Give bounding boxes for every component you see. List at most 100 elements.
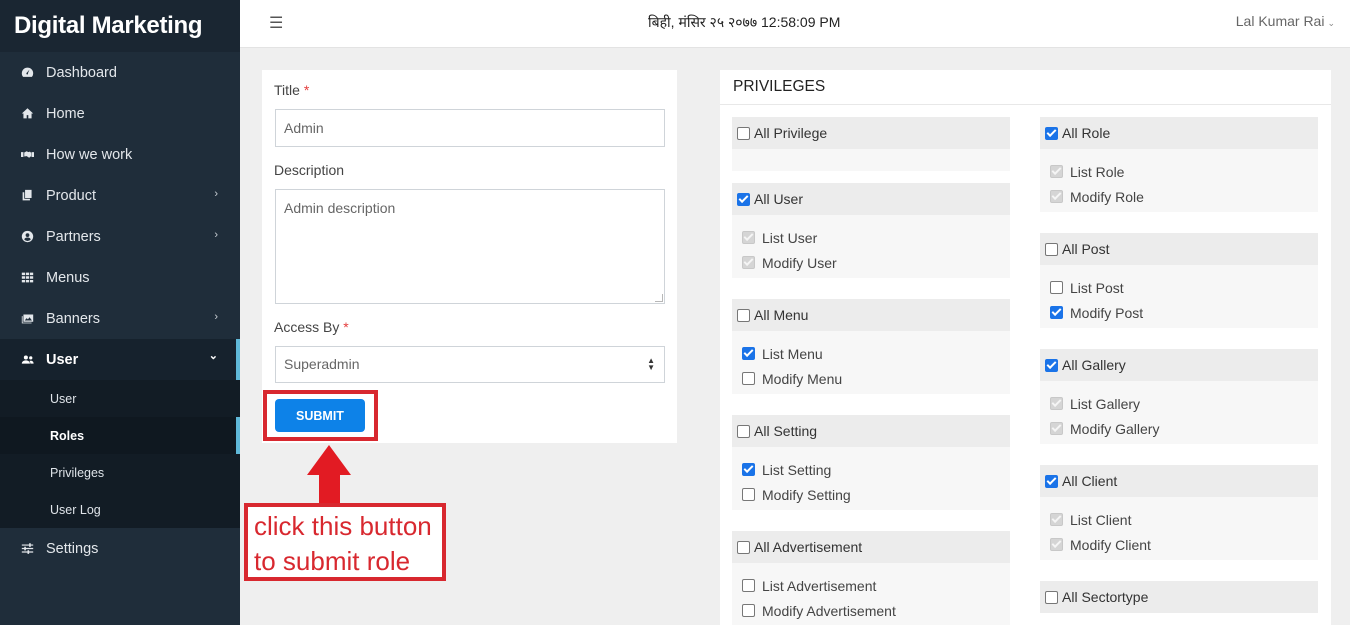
- sidebar-item-user[interactable]: User ⌄: [0, 339, 240, 380]
- sidebar-item-settings[interactable]: Settings: [0, 528, 240, 569]
- user-menu[interactable]: Lal Kumar Rai ⌄: [1236, 13, 1335, 29]
- privilege-row[interactable]: Modify Post: [1050, 300, 1318, 325]
- checkbox-modify-advertisement[interactable]: [742, 604, 755, 617]
- privilege-group-all-user: All User List User Modify User: [732, 183, 1010, 278]
- privilege-row[interactable]: Modify Menu: [742, 366, 1010, 391]
- checkbox-list-setting[interactable]: [742, 463, 755, 476]
- checkbox-all-client[interactable]: [1045, 474, 1058, 488]
- access-by-value: Superadmin: [284, 356, 360, 372]
- chevron-down-icon: ⌄: [208, 350, 218, 362]
- chevron-right-icon: ›: [214, 188, 218, 200]
- handshake-icon: [18, 148, 36, 161]
- sidebar-item-partners[interactable]: Partners ›: [0, 216, 240, 257]
- brand-title: Digital Marketing: [0, 0, 240, 52]
- description-value: Admin description: [284, 200, 396, 216]
- privileges-panel: PRIVILEGES All Privilege All User List U…: [720, 70, 1331, 625]
- privilege-row: List Role: [1050, 159, 1318, 184]
- privilege-group-all-client: All Client List Client Modify Client: [1040, 465, 1318, 560]
- checkbox-all-sectortype[interactable]: [1045, 590, 1058, 604]
- privilege-group-all-privilege: All Privilege: [732, 117, 1010, 171]
- sidebar-item-label: Product: [46, 187, 96, 204]
- sidebar-item-banners[interactable]: Banners ›: [0, 298, 240, 339]
- checkbox-all-setting[interactable]: [737, 424, 750, 438]
- user-submenu: User Roles Privileges User Log: [0, 380, 240, 528]
- privilege-row[interactable]: Modify Advertisement: [742, 598, 1010, 623]
- sidebar-item-product[interactable]: Product ›: [0, 175, 240, 216]
- checkbox-modify-setting[interactable]: [742, 488, 755, 501]
- checkbox-all-privilege[interactable]: [737, 126, 750, 140]
- title-input[interactable]: Admin: [275, 109, 665, 147]
- checkbox-all-role[interactable]: [1045, 126, 1058, 140]
- submenu-item-user[interactable]: User: [0, 380, 240, 417]
- checkbox-modify-client: [1050, 538, 1063, 551]
- checkbox-list-client: [1050, 513, 1063, 526]
- sidebar-item-label: Home: [46, 105, 85, 122]
- checkbox-list-user: [742, 231, 755, 244]
- privilege-row: Modify Client: [1050, 532, 1318, 557]
- sidebar-item-label: User: [46, 351, 79, 368]
- users-icon: [18, 353, 36, 366]
- copy-icon: [18, 189, 36, 202]
- privilege-row: Modify Role: [1050, 184, 1318, 209]
- checkbox-modify-menu[interactable]: [742, 372, 755, 385]
- privilege-row[interactable]: List Setting: [742, 457, 1010, 482]
- chevron-right-icon: ›: [214, 311, 218, 323]
- dashboard-icon: [18, 66, 36, 79]
- privilege-row[interactable]: Modify Setting: [742, 482, 1010, 507]
- sidebar-item-how-we-work[interactable]: How we work: [0, 134, 240, 175]
- submenu-item-roles[interactable]: Roles: [0, 417, 240, 454]
- privilege-group-all-advertisement: All Advertisement List Advertisement Mod…: [732, 531, 1010, 625]
- checkbox-list-advertisement[interactable]: [742, 579, 755, 592]
- role-form: Title * Admin Description Admin descript…: [262, 70, 677, 443]
- sidebar-item-label: Dashboard: [46, 64, 117, 81]
- checkbox-list-gallery: [1050, 397, 1063, 410]
- grid-icon: [18, 271, 36, 284]
- home-icon: [18, 107, 36, 120]
- required-mark: *: [343, 319, 349, 335]
- privilege-group-all-sectortype: All Sectortype: [1040, 581, 1318, 613]
- submenu-item-user-log[interactable]: User Log: [0, 491, 240, 528]
- current-datetime: बिही, मंसिर २५ २०७७ 12:58:09 PM: [648, 14, 841, 30]
- privilege-group-all-post: All Post List Post Modify Post: [1040, 233, 1318, 328]
- resize-handle-icon[interactable]: [655, 294, 663, 302]
- privilege-group-all-menu: All Menu List Menu Modify Menu: [732, 299, 1010, 394]
- images-icon: [18, 312, 36, 325]
- checkbox-list-post[interactable]: [1050, 281, 1063, 294]
- menu-toggle-icon[interactable]: ☰: [269, 13, 283, 33]
- checkbox-list-menu[interactable]: [742, 347, 755, 360]
- privilege-group-all-role: All Role List Role Modify Role: [1040, 117, 1318, 212]
- description-label: Description: [274, 162, 345, 178]
- annotation-text-line-2: to submit role: [254, 546, 411, 576]
- checkbox-all-user[interactable]: [737, 192, 750, 206]
- checkbox-modify-post[interactable]: [1050, 306, 1063, 319]
- checkbox-modify-role: [1050, 190, 1063, 203]
- checkbox-modify-user: [742, 256, 755, 269]
- required-mark: *: [303, 82, 310, 98]
- sidebar-item-label: Settings: [46, 540, 99, 557]
- checkbox-list-role: [1050, 165, 1063, 178]
- sidebar-item-label: Partners: [46, 228, 101, 245]
- sidebar-item-home[interactable]: Home: [0, 93, 240, 134]
- privilege-row: List User: [742, 225, 1010, 250]
- privilege-row: List Gallery: [1050, 391, 1318, 416]
- topbar: ☰ बिही, मंसिर २५ २०७७ 12:58:09 PM Lal Ku…: [240, 0, 1350, 48]
- sidebar-item-dashboard[interactable]: Dashboard: [0, 52, 240, 93]
- privilege-group-all-gallery: All Gallery List Gallery Modify Gallery: [1040, 349, 1318, 444]
- privilege-row[interactable]: List Advertisement: [742, 573, 1010, 598]
- annotation-arrow-shaft: [319, 474, 340, 506]
- privilege-row[interactable]: List Menu: [742, 341, 1010, 366]
- checkbox-all-menu[interactable]: [737, 308, 750, 322]
- submenu-item-privileges[interactable]: Privileges: [0, 454, 240, 491]
- checkbox-all-gallery[interactable]: [1045, 358, 1058, 372]
- sidebar-item-label: Banners: [46, 310, 101, 327]
- checkbox-all-post[interactable]: [1045, 242, 1058, 256]
- privilege-row: List Client: [1050, 507, 1318, 532]
- sidebar-item-menus[interactable]: Menus: [0, 257, 240, 298]
- access-by-select[interactable]: Superadmin ▲ ▼: [275, 346, 665, 383]
- sidebar-item-label: How we work: [46, 146, 133, 163]
- annotation-callout: click this button to submit role: [244, 503, 446, 581]
- privilege-group-all-setting: All Setting List Setting Modify Setting: [732, 415, 1010, 510]
- checkbox-all-advertisement[interactable]: [737, 540, 750, 554]
- description-textarea[interactable]: Admin description: [275, 189, 665, 304]
- privilege-row[interactable]: List Post: [1050, 275, 1318, 300]
